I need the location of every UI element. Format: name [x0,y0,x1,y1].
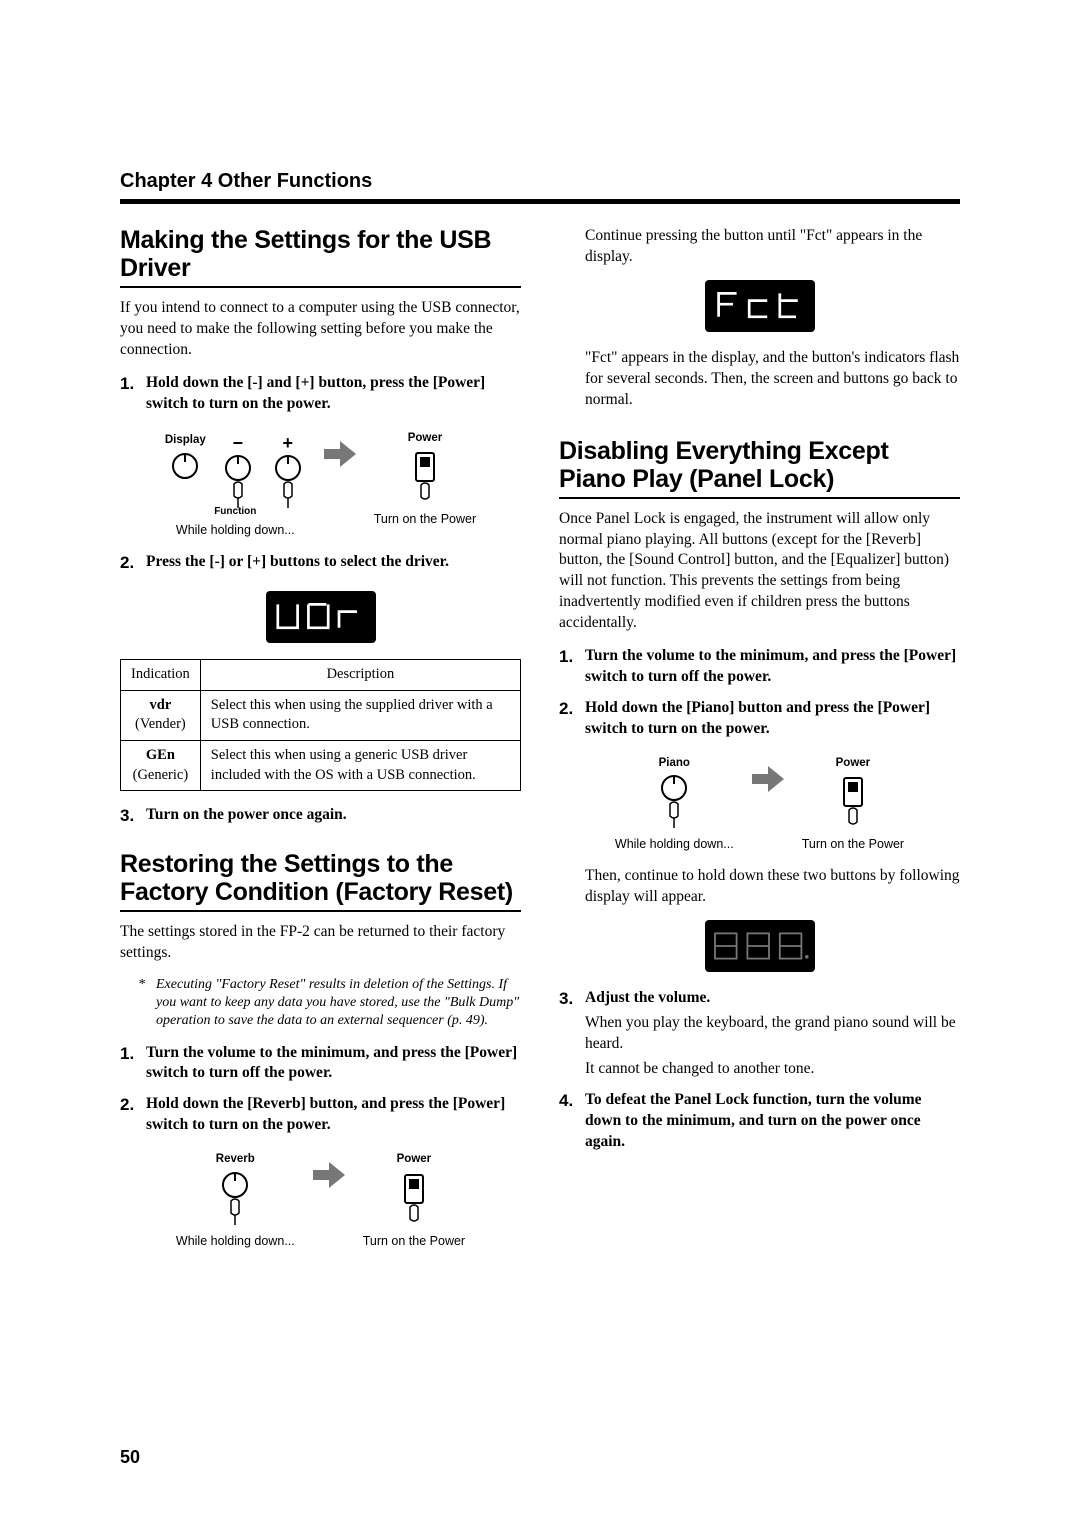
lock-intro: Once Panel Lock is engaged, the instrume… [559,509,960,635]
reset-intro: The settings stored in the FP-2 can be r… [120,922,521,964]
lock-step4: To defeat the Panel Lock function, turn … [585,1090,960,1153]
section-rule [120,286,521,288]
seven-seg-display-fct [705,280,815,332]
desc-vdr: Select this when using the supplied driv… [200,690,520,740]
left-column: Making the Settings for the USB Driver I… [120,226,521,1263]
cont-fct: "Fct" appears in the display, and the bu… [585,348,960,411]
step-number: 3. [120,805,146,828]
reset-step2: Hold down the [Reverb] button, and press… [146,1094,521,1136]
seven-seg-display-888 [705,920,815,972]
step-number: 4. [559,1090,585,1153]
seg-fct-icon [706,288,814,324]
section-lock-title: Disabling Everything Except Piano Play (… [559,437,960,493]
step-number: 2. [120,1094,146,1136]
reset-note-text: Executing "Factory Reset" results in del… [156,976,521,1031]
knob-plus-icon [270,454,306,512]
cont-press: Continue pressing the button until "Fct"… [585,226,960,268]
reset-steps: 1. Turn the volume to the minimum, and p… [120,1043,521,1137]
display-label: Display [165,433,206,449]
lock-steps-2: 3. Adjust the volume. When you play the … [559,988,960,1152]
turn-caption: Turn on the Power [374,512,476,527]
lock-diagram: Piano While holding down... Power Turn o… [559,756,960,853]
seven-seg-display-udr [266,591,376,643]
hold-caption: While holding down... [615,837,734,852]
arrow-icon [752,766,784,792]
reset-diagram: Reverb While holding down... Power Turn … [120,1152,521,1249]
arrow-icon [313,1162,345,1188]
seg-888-icon [706,928,814,964]
page-number: 50 [120,1447,140,1468]
two-column-layout: Making the Settings for the USB Driver I… [120,226,960,1263]
seg-udr-icon [267,599,375,635]
table-row: GEn(Generic) Select this when using a ge… [121,741,521,791]
usb-step1: Hold down the [-] and [+] button, press … [146,373,521,415]
reset-note: * Executing "Factory Reset" results in d… [138,976,521,1031]
section-reset-title: Restoring the Settings to the Factory Co… [120,850,521,906]
ind-generic: (Generic) [133,767,189,783]
reverb-label: Reverb [216,1152,255,1168]
right-column: Continue pressing the button until "Fct"… [559,226,960,1263]
plus-label: + [283,431,294,455]
minus-label: − [233,431,244,455]
usb-step3: Turn on the power once again. [146,805,521,826]
usb-diagram: Display − + Function While holding down.… [120,431,521,539]
arrow-icon [324,441,356,467]
lock-after-diag: Then, continue to hold down these two bu… [585,866,960,908]
section-rule [120,910,521,912]
asterisk-icon: * [138,976,156,1031]
turn-caption: Turn on the Power [363,1234,465,1249]
driver-table: Indication Description vdr(Vender) Selec… [120,659,521,791]
usb-intro: If you intend to connect to a computer u… [120,298,521,361]
usb-steps: 1. Hold down the [-] and [+] button, pre… [120,373,521,415]
usb-step2: Press the [-] or [+] buttons to select t… [146,552,521,573]
step-number: 1. [120,1043,146,1085]
lock-step3: Adjust the volume. [585,988,960,1009]
knob-icon [167,452,203,510]
th-description: Description [200,660,520,691]
knob-piano-icon [656,774,692,832]
power-label: Power [408,431,443,447]
section-usb-title: Making the Settings for the USB Driver [120,226,521,282]
ind-vdr: vdr [131,696,190,716]
step-number: 2. [559,698,585,740]
step-number: 1. [559,646,585,688]
step-number: 3. [559,988,585,1080]
lock-steps-1: 1. Turn the volume to the minimum, and p… [559,646,960,740]
function-label: Function [214,505,256,519]
ind-gen: GEn [131,746,190,766]
power-switch-icon [836,774,870,832]
power-label: Power [397,1152,432,1168]
lock-step3a: When you play the keyboard, the grand pi… [585,1013,960,1055]
lock-step3b: It cannot be changed to another tone. [585,1059,960,1080]
lock-step1: Turn the volume to the minimum, and pres… [585,646,960,688]
usb-steps-2: 2. Press the [-] or [+] buttons to selec… [120,552,521,575]
chapter-rule [120,199,960,204]
ind-vender: (Vender) [135,716,186,732]
usb-steps-3: 3. Turn on the power once again. [120,805,521,828]
section-rule [559,497,960,499]
desc-gen: Select this when using a generic USB dri… [200,741,520,791]
step-number: 2. [120,552,146,575]
lock-step2: Hold down the [Piano] button and press t… [585,698,960,740]
turn-caption: Turn on the Power [802,837,904,852]
hold-caption: While holding down... [176,1234,295,1249]
chapter-heading: Chapter 4 Other Functions [120,170,960,193]
table-row: vdr(Vender) Select this when using the s… [121,690,521,740]
hold-caption: While holding down... [176,523,295,538]
power-switch-icon [397,1171,431,1229]
th-indication: Indication [121,660,201,691]
power-switch-icon [408,449,442,507]
piano-label: Piano [659,756,690,772]
knob-reverb-icon [217,1171,253,1229]
power-label: Power [836,756,871,772]
step-number: 1. [120,373,146,415]
reset-step1: Turn the volume to the minimum, and pres… [146,1043,521,1085]
knob-minus-icon [220,454,256,512]
